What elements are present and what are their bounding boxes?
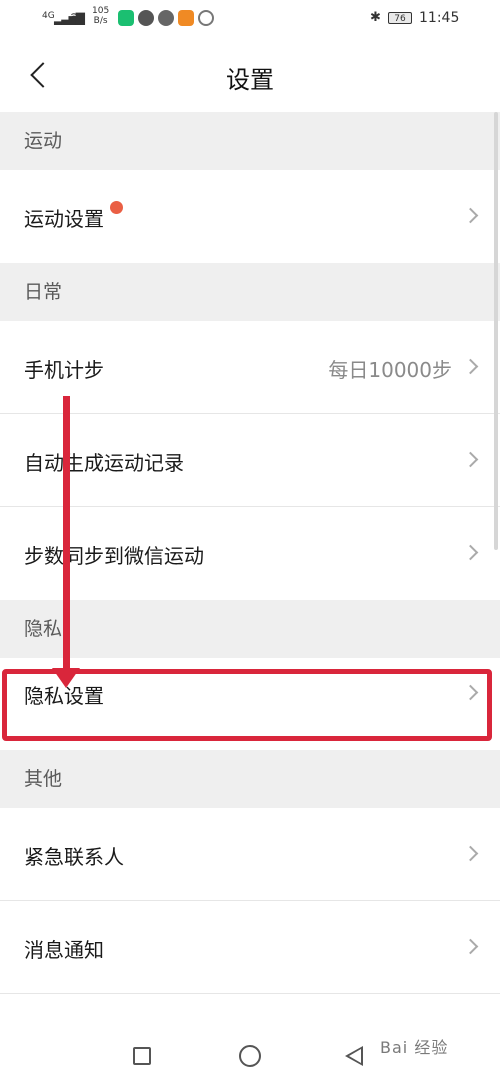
row-label: 手机计步 (24, 358, 104, 382)
chevron-right-icon (462, 451, 479, 468)
row-label: 紧急联系人 (24, 845, 124, 869)
chevron-right-icon (462, 845, 479, 862)
network-speed: 105 B/s (92, 6, 109, 26)
wifi-icon: ≋ (70, 10, 81, 25)
annotation-arrow (63, 396, 70, 674)
row-message-notification[interactable]: 消息通知 (0, 901, 500, 994)
section-header-other: 其他 (0, 750, 500, 808)
step-goal-value: 每日10000步 (328, 358, 452, 382)
page-title: 设置 (226, 66, 274, 94)
section-header-daily: 日常 (0, 263, 500, 321)
section-header-sport: 运动 (0, 112, 500, 170)
recent-apps-icon[interactable] (133, 1047, 151, 1065)
row-phone-step-count[interactable]: 手机计步 每日10000步 (0, 321, 500, 414)
status-bar: 4G ▂▃▅▇ ≋ 105 B/s ✱ 76 11:45 (0, 0, 500, 40)
app-notification-icon (118, 10, 134, 26)
app-notification-icon (178, 10, 194, 26)
row-emergency-contact[interactable]: 紧急联系人 (0, 808, 500, 901)
nav-back-icon[interactable] (345, 1046, 363, 1066)
row-auto-record[interactable]: 自动生成运动记录 (0, 414, 500, 507)
new-badge-dot (110, 201, 123, 214)
row-sport-settings[interactable]: 运动设置 (0, 170, 500, 263)
row-label: 步数同步到微信运动 (24, 544, 204, 568)
watermark: Bai 经验 (380, 1038, 449, 1057)
network-speed-value: 105 (92, 6, 110, 16)
network-speed-unit: B/s (93, 16, 108, 26)
row-label: 运动设置 (24, 207, 104, 231)
row-label: 消息通知 (24, 938, 104, 962)
battery-icon: 76 (388, 12, 412, 24)
settings-list: 运动 运动设置 日常 手机计步 每日10000步 自动生成运动记录 步数同步到微… (0, 112, 500, 994)
row-sync-wechat[interactable]: 步数同步到微信运动 (0, 507, 500, 600)
chevron-right-icon (462, 207, 479, 224)
section-header-privacy: 隐私 (0, 600, 500, 658)
notification-icons (118, 10, 214, 26)
app-notification-icon (158, 10, 174, 26)
header: 设置 (0, 40, 500, 112)
bluetooth-icon: ✱ (370, 10, 381, 25)
annotation-highlight-box (2, 669, 492, 741)
app-notification-icon (198, 10, 214, 26)
clock: 11:45 (419, 10, 460, 26)
chevron-right-icon (462, 938, 479, 955)
chevron-right-icon (462, 358, 479, 375)
home-icon[interactable] (239, 1045, 261, 1067)
network-type: 4G (42, 11, 55, 21)
row-label: 自动生成运动记录 (24, 451, 184, 475)
scrollbar[interactable] (494, 112, 498, 550)
qq-icon (138, 10, 154, 26)
chevron-right-icon (462, 544, 479, 561)
